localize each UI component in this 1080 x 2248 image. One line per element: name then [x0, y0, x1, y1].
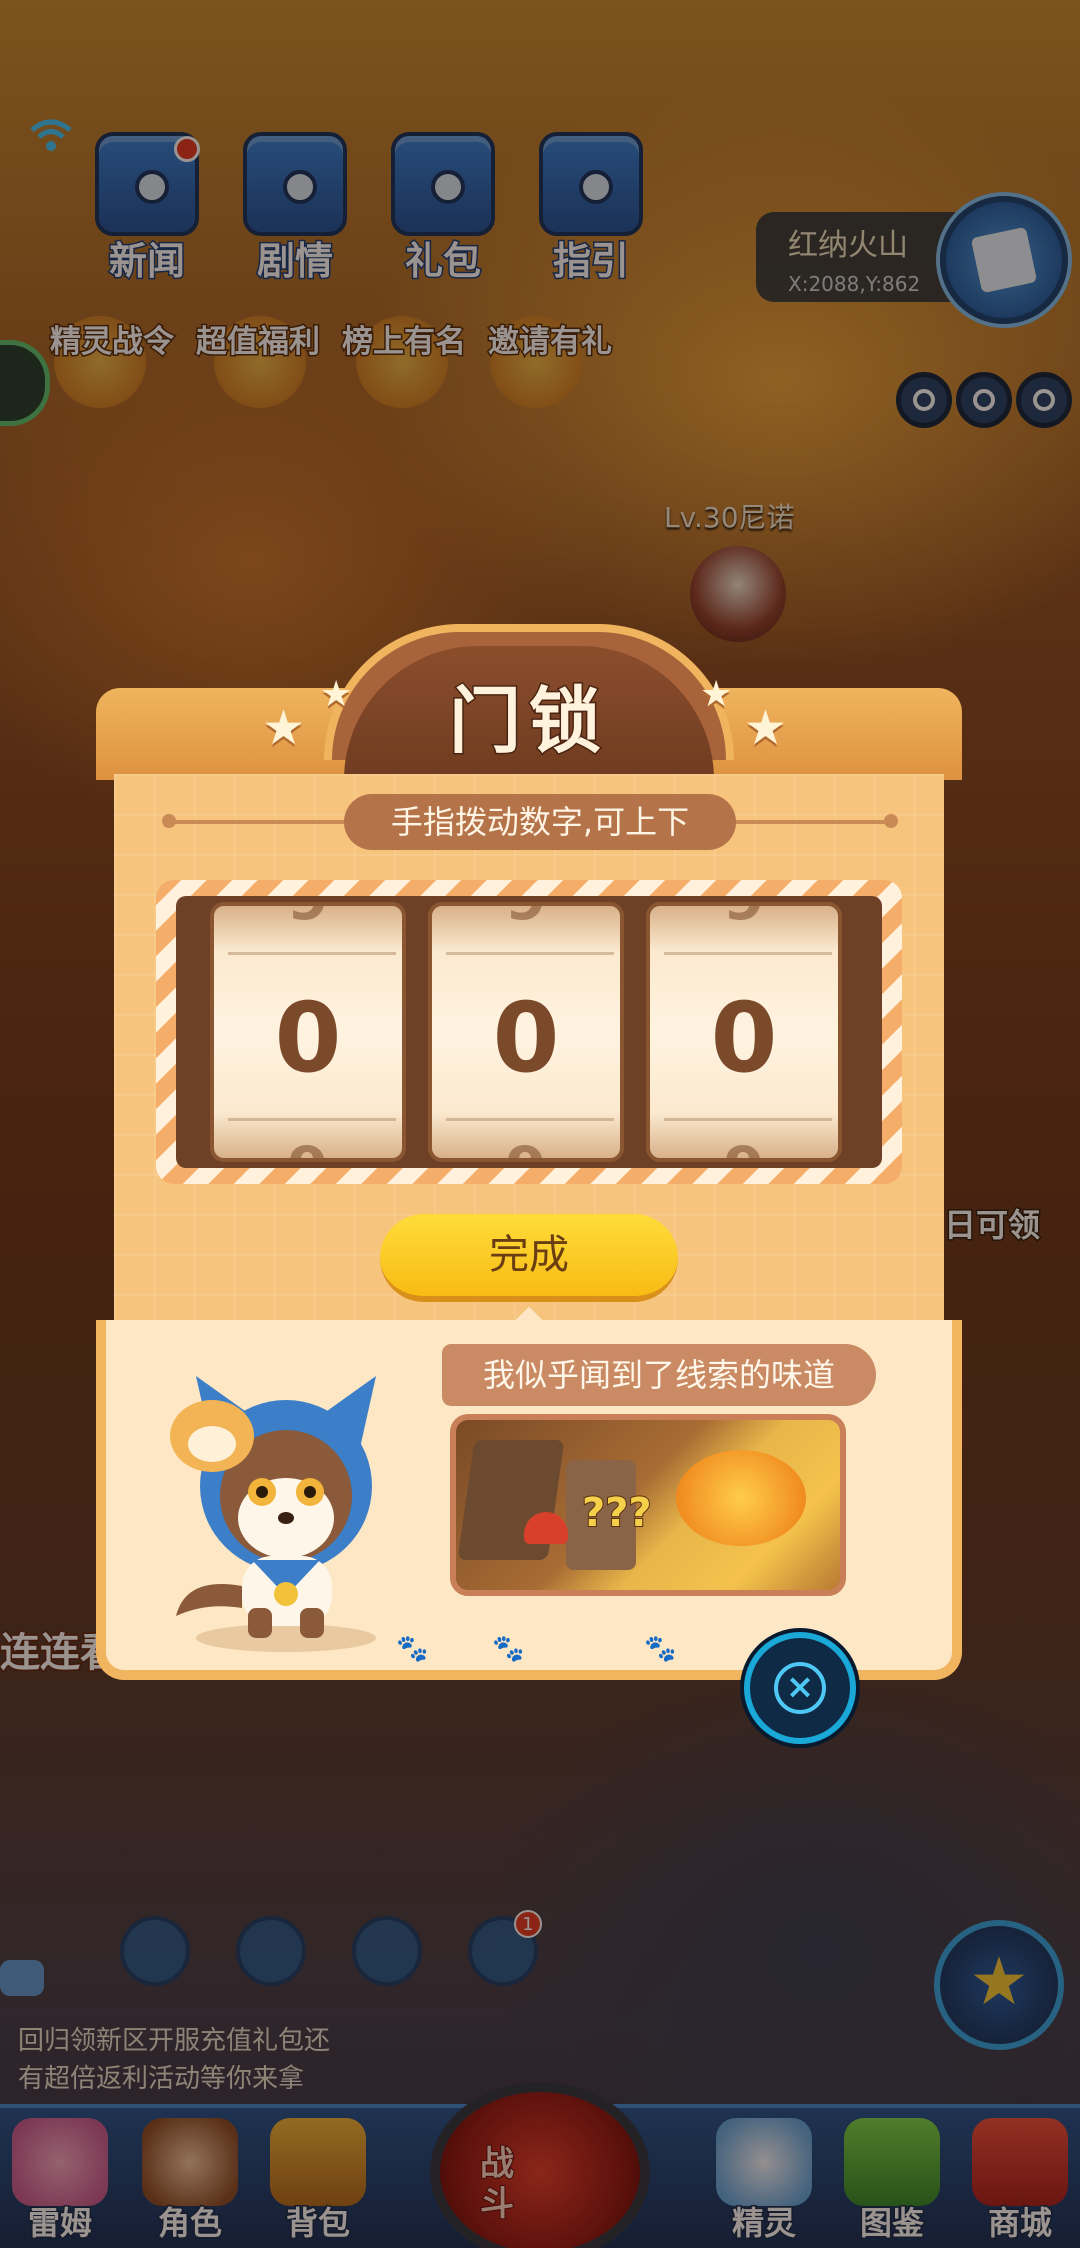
clue-image: ??? [450, 1414, 846, 1596]
clue-text: 我似乎闻到了线索的味道 [442, 1344, 876, 1406]
hint-text: 手指拨动数字,可上下 [344, 794, 736, 850]
dialog-title: 门锁 [447, 678, 609, 765]
dial-2-next-digit: 9 [432, 1134, 620, 1158]
close-dialog-button[interactable]: × [744, 1632, 856, 1744]
hint-divider-dot [884, 814, 898, 828]
hint-divider-dot [162, 814, 176, 828]
paw-print-icon: 🐾 [644, 1634, 677, 1664]
door-lock-dialog: 门锁 ★ ★ ★ ★ 手指拨动数字,可上下 9 0 9 9 0 9 9 [96, 624, 962, 1680]
dial-3-next-digit: 9 [650, 1134, 838, 1158]
clue-question-marks: ??? [581, 1489, 653, 1537]
dial-band [446, 952, 614, 955]
dial-1-digit: 0 [274, 982, 342, 1094]
star-icon: ★ [700, 674, 733, 715]
dial-3-prev-digit: 9 [650, 906, 838, 934]
paw-print-icon: 🐾 [396, 1634, 429, 1664]
slime-creature [676, 1450, 806, 1546]
star-icon: ★ [744, 700, 788, 756]
lock-dial-1[interactable]: 9 0 9 [210, 902, 406, 1162]
dial-1-next-digit: 9 [214, 1134, 402, 1158]
dial-band [228, 952, 396, 955]
lock-dial-3[interactable]: 9 0 9 [646, 902, 842, 1162]
lock-dial-2[interactable]: 9 0 9 [428, 902, 624, 1162]
dial-3-digit: 0 [710, 982, 778, 1094]
dial-band [664, 952, 832, 955]
lock-dial-housing: 9 0 9 9 0 9 9 0 9 [176, 896, 882, 1168]
husky-mascot [170, 1376, 376, 1652]
done-button[interactable]: 完成 [380, 1214, 678, 1302]
dial-2-prev-digit: 9 [432, 906, 620, 934]
combination-lock: 9 0 9 9 0 9 9 0 9 [156, 880, 902, 1184]
dial-1-prev-digit: 9 [214, 906, 402, 934]
dial-band [664, 1118, 832, 1121]
star-icon: ★ [320, 674, 353, 715]
dial-band [446, 1118, 614, 1121]
mushroom-icon [524, 1512, 568, 1544]
dial-2-digit: 0 [492, 982, 560, 1094]
paw-print-icon: 🐾 [492, 1634, 525, 1664]
close-icon: × [774, 1662, 826, 1714]
dial-band [228, 1118, 396, 1121]
star-icon: ★ [262, 700, 306, 756]
